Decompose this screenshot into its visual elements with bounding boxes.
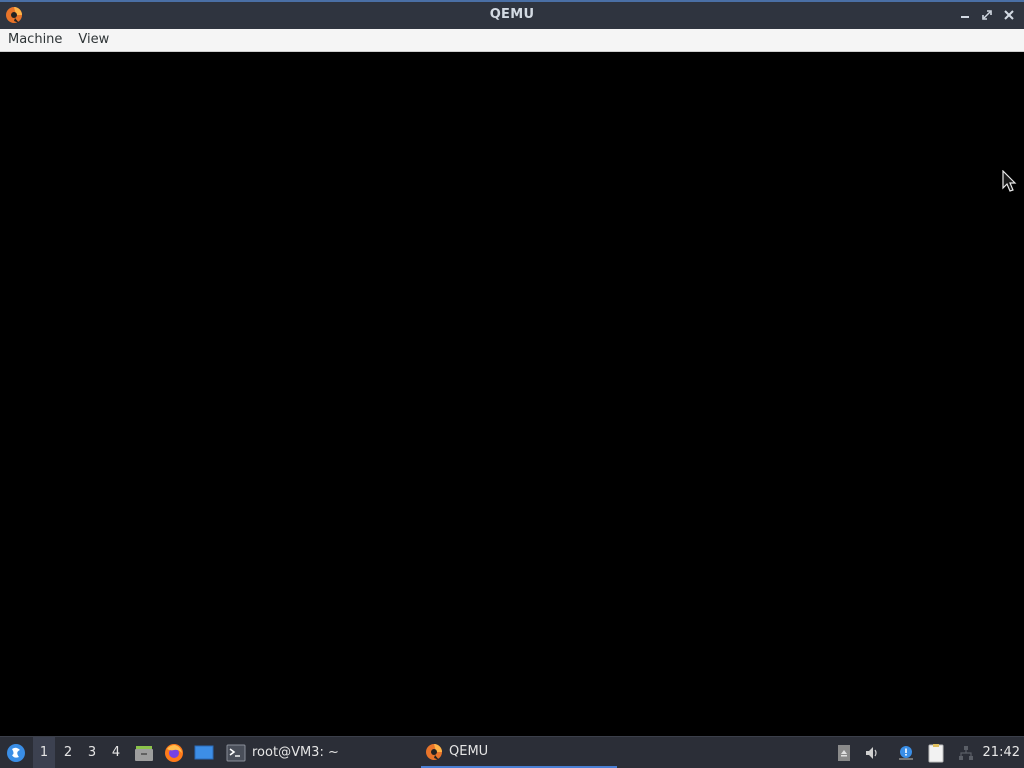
workspace-2[interactable]: 2 <box>57 737 79 768</box>
start-menu-button[interactable] <box>4 737 28 768</box>
network-tray[interactable] <box>955 737 977 768</box>
window-title: QEMU <box>489 7 535 22</box>
task-qemu[interactable]: QEMU <box>421 737 617 768</box>
notification-icon <box>899 745 913 760</box>
drive-tray[interactable] <box>833 737 855 768</box>
qemu-icon <box>426 743 442 760</box>
drive-icon <box>838 744 850 761</box>
maximize-icon[interactable] <box>978 6 996 24</box>
close-icon[interactable] <box>1000 6 1018 24</box>
task-terminal-label: root@VM3: ~ <box>252 745 339 760</box>
terminal-icon <box>226 744 246 761</box>
volume-tray[interactable] <box>861 737 883 768</box>
desktop-icon <box>194 745 214 759</box>
task-qemu-label: QEMU <box>449 744 489 759</box>
clock[interactable]: 21:42 <box>983 737 1020 768</box>
network-icon <box>959 745 973 760</box>
workspace-1[interactable]: 1 <box>33 737 55 768</box>
clipboard-icon <box>928 743 944 762</box>
menubar: Machine View <box>0 29 1024 52</box>
volume-icon <box>866 746 877 759</box>
notification-tray[interactable] <box>895 737 917 768</box>
clipboard-tray[interactable] <box>925 737 947 768</box>
vm-display[interactable] <box>0 52 1024 736</box>
desktop-launcher[interactable] <box>191 737 217 768</box>
file-manager-launcher[interactable] <box>131 737 157 768</box>
firefox-launcher[interactable] <box>161 737 187 768</box>
taskbar: 1 2 3 4 root@VM3: ~ QEMU 21:42 <box>0 736 1024 768</box>
workspace-3[interactable]: 3 <box>81 737 103 768</box>
start-menu-icon <box>7 743 25 762</box>
workspace-4[interactable]: 4 <box>105 737 127 768</box>
file-manager-icon <box>135 745 153 761</box>
menu-view[interactable]: View <box>70 29 117 51</box>
minimize-icon[interactable] <box>956 6 974 24</box>
mouse-cursor-icon <box>1002 170 1017 192</box>
window-titlebar[interactable]: QEMU <box>0 0 1024 29</box>
firefox-icon <box>165 743 183 762</box>
task-terminal[interactable]: root@VM3: ~ <box>222 737 416 768</box>
menu-machine[interactable]: Machine <box>0 29 70 51</box>
